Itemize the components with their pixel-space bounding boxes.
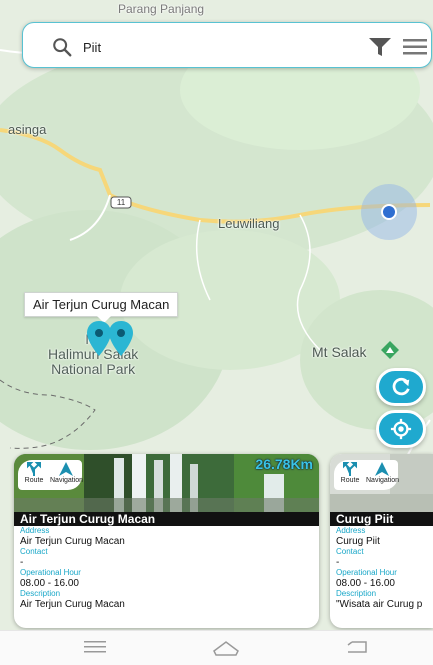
refresh-button[interactable] [376,368,426,406]
navigation-label: Navigation [366,477,400,484]
nav-menu-icon[interactable] [84,639,106,655]
map-label-sinaga: asinga [8,122,47,137]
nav-home-icon[interactable] [212,639,240,657]
place-card[interactable]: Route Navigation 26.78Km Air Terjun Curu… [14,454,319,628]
address-label: Address [20,526,50,535]
distance-badge: 26.78Km [255,456,313,472]
address-value: Air Terjun Curug Macan [20,536,125,547]
filter-icon[interactable] [369,38,391,56]
system-nav-bar [0,630,433,665]
route-button[interactable]: Route [334,460,366,484]
navigation-icon [59,462,73,476]
current-location-dot [381,204,397,220]
map-label-halimun-3: National Park [51,361,136,377]
description-value: "Wisata air Curug p [336,599,423,610]
map-pin-icon[interactable] [108,320,134,358]
card-details: Address Air Terjun Curug Macan Contact -… [20,526,315,610]
hours-value: 08.00 - 16.00 [336,578,395,589]
contact-value: - [20,557,24,568]
contact-label: Contact [336,547,364,556]
route-icon [27,462,41,476]
refresh-icon [392,377,410,396]
navigation-label: Navigation [50,477,84,484]
route-button[interactable]: Route [18,460,50,484]
place-card[interactable]: Route Navigation Curug Piit Address Curu… [330,454,433,628]
locate-icon [390,418,412,440]
route-icon [343,462,357,476]
nav-back-icon[interactable] [346,639,368,655]
map-label-mt-salak: Mt Salak [312,344,367,360]
address-value: Curug Piit [336,536,380,547]
map-label-leuwiliang: Leuwiliang [218,216,280,231]
navigation-icon [375,462,389,476]
road-number: 11 [116,198,126,207]
route-label: Route [24,477,44,484]
card-title: Air Terjun Curug Macan [14,512,319,526]
card-details: Address Curug Piit Contact - Operational… [336,526,429,610]
contact-label: Contact [20,547,48,556]
address-label: Address [336,526,366,535]
navigation-button[interactable]: Navigation [366,460,400,484]
card-title: Curug Piit [330,512,433,526]
menu-icon[interactable] [403,39,427,55]
search-icon[interactable] [51,36,73,58]
contact-value: - [336,557,340,568]
locate-button[interactable] [376,410,426,448]
hours-value: 08.00 - 16.00 [20,578,79,589]
description-label: Description [20,589,61,598]
navigation-button[interactable]: Navigation [50,460,84,484]
route-label: Route [340,477,360,484]
map-label-top: Parang Panjang [118,2,205,16]
description-label: Description [336,589,377,598]
search-bar[interactable] [22,22,432,68]
marker-info-window[interactable]: Air Terjun Curug Macan [24,292,179,323]
search-input[interactable] [81,32,325,62]
card-actions: Route Navigation [18,460,84,490]
card-actions: Route Navigation [334,460,400,490]
description-value: Air Terjun Curug Macan [20,599,125,610]
hours-label: Operational Hour [336,568,397,577]
hours-label: Operational Hour [20,568,81,577]
